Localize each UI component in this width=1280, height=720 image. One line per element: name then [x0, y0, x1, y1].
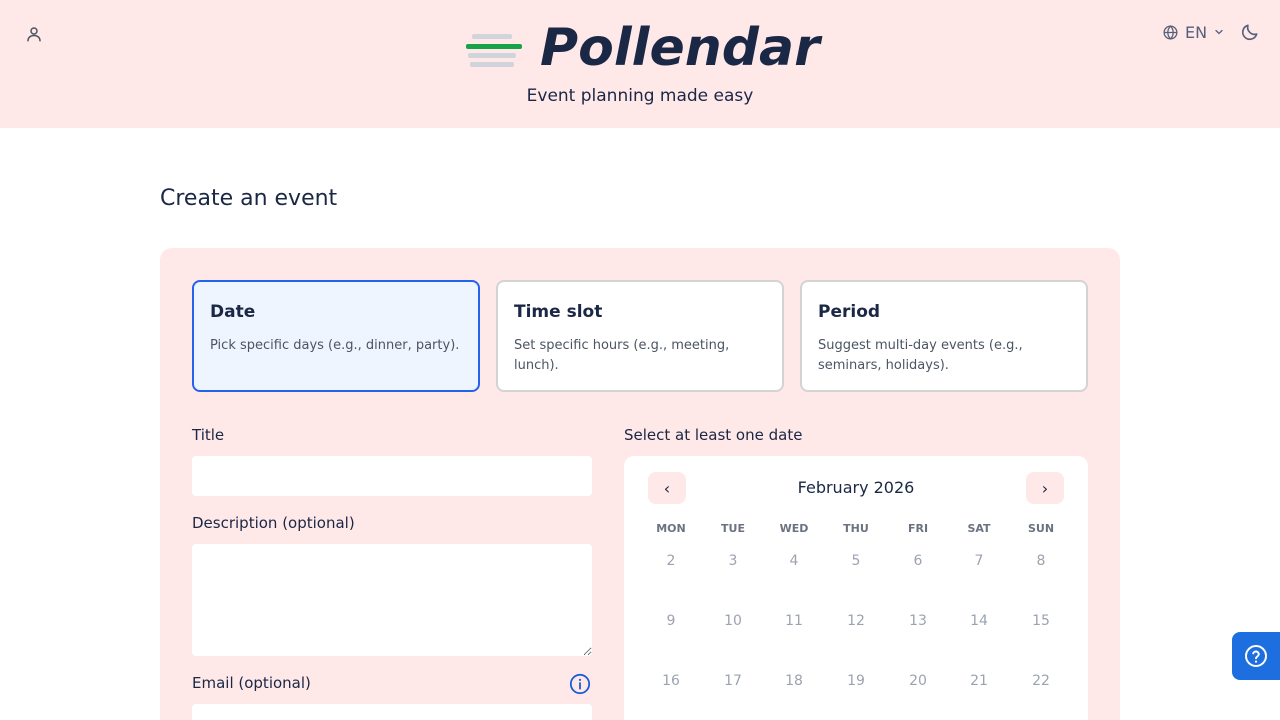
calendar-day[interactable]: 20 — [894, 661, 942, 701]
calendar-day[interactable]: 19 — [832, 661, 880, 701]
next-month-button[interactable]: › — [1026, 472, 1064, 504]
calendar-day[interactable]: 15 — [1017, 601, 1065, 641]
help-button[interactable] — [1232, 632, 1280, 680]
calendar-day[interactable]: 9 — [647, 601, 695, 641]
calendar-day[interactable]: 12 — [832, 601, 880, 641]
calendar-day[interactable]: 22 — [1017, 661, 1065, 701]
weekday-header: FRI — [907, 522, 929, 535]
email-label: Email (optional) — [192, 674, 311, 692]
date-picker-calendar: ‹ February 2026 › MON TUE WED THU FRI SA… — [624, 456, 1088, 720]
calendar-day[interactable]: 8 — [1017, 541, 1065, 581]
weekday-header: MON — [656, 522, 686, 535]
event-type-title: Period — [818, 302, 881, 322]
logo-lines-icon — [466, 28, 522, 68]
calendar-day[interactable]: 3 — [709, 541, 757, 581]
email-input[interactable] — [192, 704, 592, 720]
app-name: Pollendar — [540, 18, 820, 78]
moon-icon — [1240, 22, 1260, 42]
weekday-header: WED — [779, 522, 809, 535]
event-type-title: Time slot — [514, 302, 603, 322]
app-header: Pollendar Event planning made easy EN — [0, 0, 1280, 128]
event-type-description: Pick specific days (e.g., dinner, party)… — [210, 338, 460, 353]
event-type-description: Set specific hours (e.g., meeting, lunch… — [514, 338, 730, 373]
chevron-down-icon — [1213, 26, 1225, 38]
create-event-form: Date Pick specific days (e.g., dinner, p… — [160, 248, 1120, 720]
event-type-time-slot-card[interactable]: Time slot Set specific hours (e.g., meet… — [496, 280, 784, 392]
date-select-label: Select at least one date — [624, 426, 803, 444]
calendar-day[interactable]: 5 — [832, 541, 880, 581]
info-icon[interactable] — [569, 673, 591, 695]
weekday-header: SAT — [967, 522, 991, 535]
language-selector[interactable]: EN — [1162, 22, 1225, 42]
calendar-day[interactable]: 11 — [770, 601, 818, 641]
calendar-day[interactable]: 7 — [955, 541, 1003, 581]
weekday-header: SUN — [1027, 522, 1055, 535]
user-icon — [25, 25, 43, 43]
calendar-day[interactable]: 2 — [647, 541, 695, 581]
calendar-day[interactable]: 18 — [770, 661, 818, 701]
description-textarea[interactable] — [192, 544, 592, 656]
title-input[interactable] — [192, 456, 592, 496]
theme-toggle-button[interactable] — [1240, 22, 1260, 42]
calendar-day[interactable]: 14 — [955, 601, 1003, 641]
calendar-day[interactable]: 6 — [894, 541, 942, 581]
calendar-month-label: February 2026 — [797, 478, 915, 497]
app-logo[interactable]: Pollendar — [466, 18, 820, 78]
calendar-day[interactable]: 17 — [709, 661, 757, 701]
calendar-day[interactable]: 4 — [770, 541, 818, 581]
title-label: Title — [192, 426, 225, 444]
calendar-day[interactable]: 16 — [647, 661, 695, 701]
user-account-button[interactable] — [22, 22, 46, 46]
event-type-description: Suggest multi-day events (e.g., seminars… — [818, 338, 1023, 373]
calendar-day[interactable]: 21 — [955, 661, 1003, 701]
page-title: Create an event — [160, 186, 338, 211]
app-tagline: Event planning made easy — [526, 86, 754, 106]
question-circle-icon — [1244, 644, 1268, 668]
weekday-header: TUE — [721, 522, 745, 535]
language-code: EN — [1185, 22, 1208, 42]
event-type-title: Date — [210, 302, 256, 322]
description-label: Description (optional) — [192, 514, 355, 532]
weekday-header: THU — [843, 522, 869, 535]
event-type-period-card[interactable]: Period Suggest multi-day events (e.g., s… — [800, 280, 1088, 392]
calendar-day[interactable]: 10 — [709, 601, 757, 641]
globe-icon — [1162, 24, 1179, 41]
calendar-day[interactable]: 13 — [894, 601, 942, 641]
event-type-date-card[interactable]: Date Pick specific days (e.g., dinner, p… — [192, 280, 480, 392]
